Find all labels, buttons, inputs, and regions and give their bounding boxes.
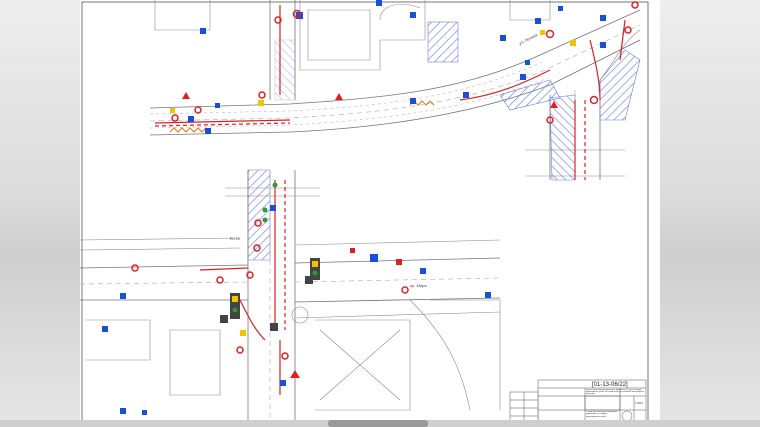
red-markings-lower (199, 180, 286, 395)
viewer-background-right (660, 0, 760, 427)
stamp-header: Проект организации дорожного движения (П… (586, 389, 645, 396)
warning-markers (182, 92, 558, 378)
lower-plan (80, 170, 501, 420)
road-signs-red (131, 1, 639, 360)
street-label-lower: пр. Мира (410, 283, 427, 288)
viewer-background-left (0, 0, 80, 427)
hatched-work-zones (247, 21, 641, 261)
drawing-code: [01-13-06/22] (592, 382, 628, 388)
street-label-upper: ул. Ленина (518, 32, 539, 46)
drawing-frame (81, 1, 649, 423)
drawing-sheet[interactable]: пр. Мира ул. Ленина R=15 [01-13-06/22] П… (80, 0, 660, 427)
road-signs-blue (102, 0, 606, 415)
temporary-fence (169, 100, 435, 133)
horizontal-scrollbar[interactable] (0, 420, 760, 427)
scale-note: 1:500 (635, 401, 643, 405)
traffic-plan-svg: пр. Мира ул. Ленина R=15 [01-13-06/22] П… (80, 0, 649, 425)
stamp-header-box: Проект организации дорожного движения (П… (586, 389, 645, 396)
scrollbar-thumb[interactable] (328, 420, 428, 427)
dimension-label: R=15 (230, 236, 240, 241)
